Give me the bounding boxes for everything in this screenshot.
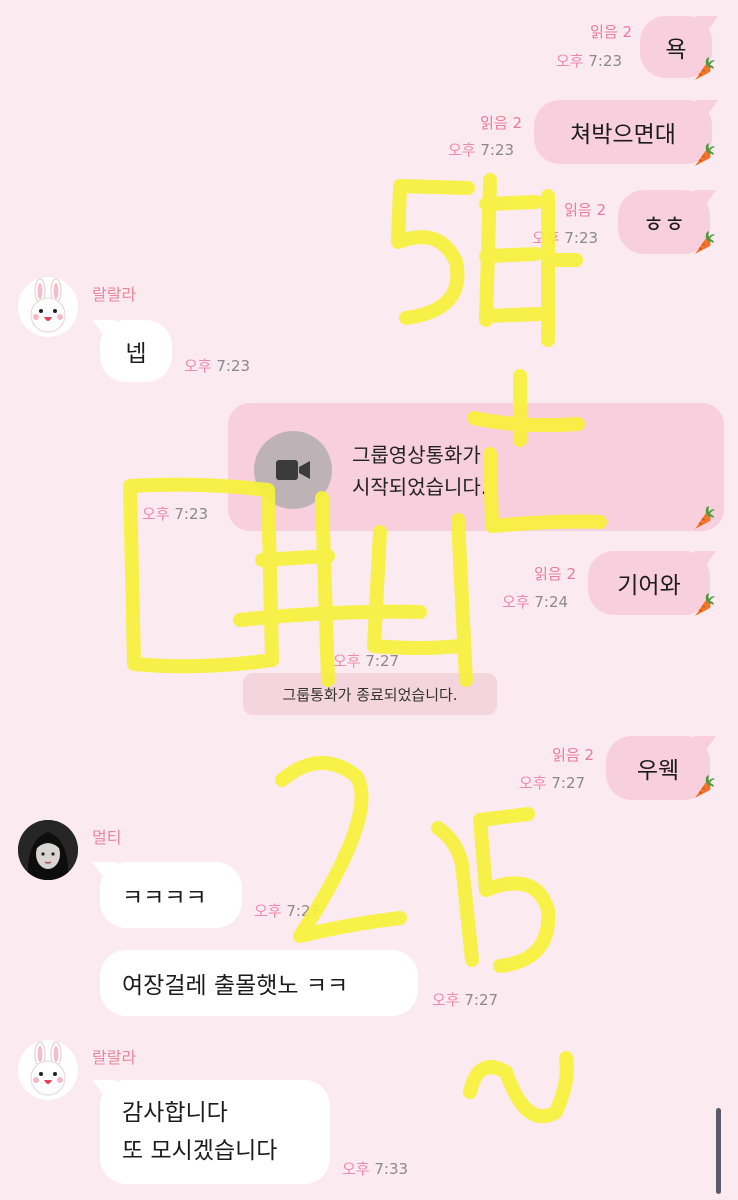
message-time: 오후 7:33 (342, 1160, 409, 1178)
sender-name: 멀티 (92, 828, 122, 847)
message-text: 여장걸레 출몰햇노 ㅋㅋ (122, 973, 349, 999)
message-time: 오후 7:27 (254, 902, 321, 920)
group-video-call-card[interactable]: 그룹영상통화가 시작되었습니다. (228, 403, 724, 531)
message-time: 오후 7:24 (502, 593, 569, 611)
carrot-icon (690, 56, 716, 84)
bunny-avatar[interactable] (18, 1040, 78, 1100)
message-time: 오후 7:23 (532, 229, 599, 247)
read-count: 읽음 2 (480, 114, 522, 132)
received-message-bubble[interactable]: 넵 (92, 320, 172, 382)
received-message-bubble[interactable]: 감사합니다 또 모시겠습니다 (92, 1080, 330, 1184)
message-time: 오후 7:23 (556, 52, 623, 70)
call-status-text: 그룹영상통화가 시작되었습니다. (352, 443, 488, 499)
message-time: 오후 7:27 (432, 991, 499, 1009)
message-text: 기어와 (617, 573, 681, 599)
read-count: 읽음 2 (590, 23, 632, 41)
received-message-bubble[interactable]: ㅋㅋㅋㅋ (92, 862, 242, 928)
message-text: ㅋㅋㅋㅋ (122, 885, 207, 911)
carrot-icon (690, 592, 716, 620)
message-text: 넵 (125, 341, 147, 367)
carrot-icon (690, 774, 716, 802)
carrot-icon (690, 142, 716, 170)
received-message-bubble[interactable]: 여장걸레 출몰햇노 ㅋㅋ (100, 950, 418, 1016)
sender-name: 랄랄라 (92, 285, 137, 304)
message-text: 쳐박으면대 (570, 122, 676, 148)
message-text-line: 또 모시겠습니다 (122, 1138, 278, 1164)
sent-message-bubble[interactable]: 쳐박으면대 (534, 100, 718, 164)
bunny-avatar[interactable] (18, 277, 78, 337)
notice-time: 오후 7:27 (333, 652, 400, 670)
profile-photo[interactable] (18, 820, 78, 880)
carrot-icon (690, 230, 716, 258)
read-count: 읽음 2 (564, 201, 606, 219)
carrot-icon (690, 505, 716, 533)
message-text: ㅎㅎ (642, 212, 686, 238)
scrollbar[interactable] (716, 1108, 721, 1194)
message-time: 오후 7:27 (519, 774, 586, 792)
message-text-line: 감사합니다 (122, 1100, 228, 1126)
video-camera-icon[interactable] (254, 431, 332, 509)
message-text: 욕 (665, 37, 687, 63)
read-count: 읽음 2 (534, 565, 576, 583)
message-time: 오후 7:23 (184, 357, 251, 375)
sender-name: 랄랄라 (92, 1048, 137, 1067)
read-count: 읽음 2 (552, 746, 594, 764)
message-time: 오후 7:23 (448, 141, 515, 159)
chat-screen: 읽음 2 오후 7:23 욕 읽음 2 오후 7:23 쳐박으면대 읽음 2 오… (0, 0, 738, 1200)
message-time: 오후 7:23 (142, 505, 209, 523)
message-text: 우웩 (636, 758, 680, 784)
call-ended-notice: 그룹통화가 종료되었습니다. (243, 673, 497, 715)
